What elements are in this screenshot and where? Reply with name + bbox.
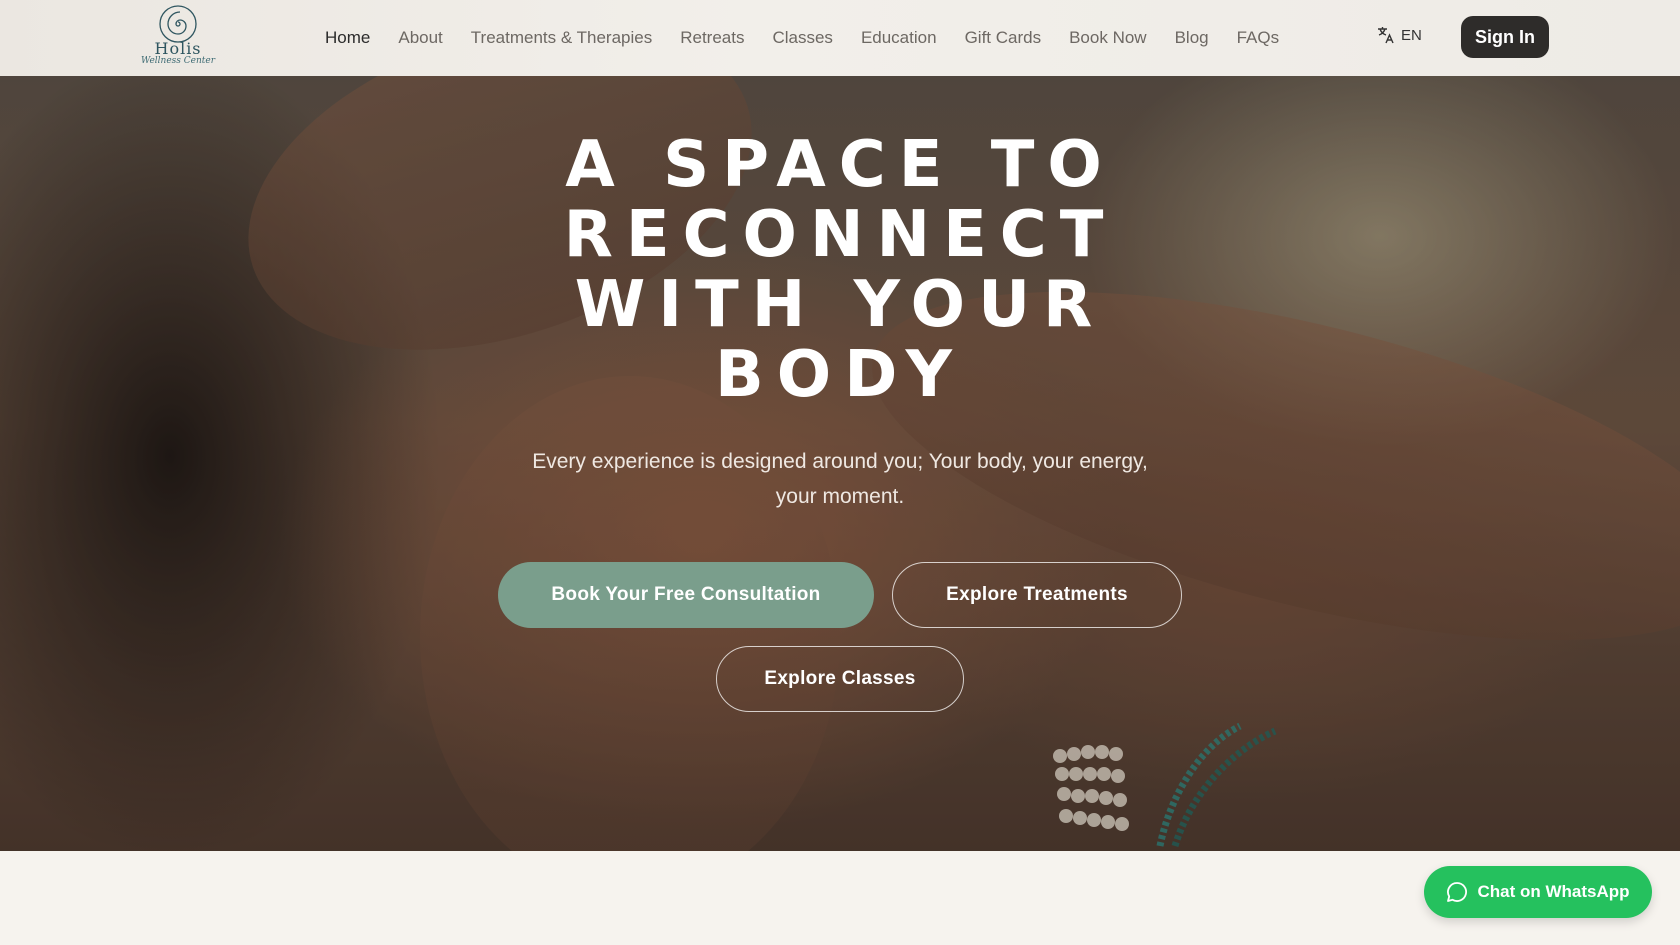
language-switcher[interactable]: EN [1377, 26, 1422, 44]
nav-item-treatments[interactable]: Treatments & Therapies [471, 28, 652, 48]
brand-logo[interactable]: Holis Wellness Center [138, 4, 218, 72]
brand-name: Holis [154, 39, 202, 58]
site-header: Holis Wellness Center Home About Treatme… [0, 0, 1680, 76]
nav-item-book-now[interactable]: Book Now [1069, 28, 1146, 48]
sign-in-button[interactable]: Sign In [1461, 16, 1549, 58]
book-consultation-button[interactable]: Book Your Free Consultation [498, 562, 874, 628]
spiral-logo-icon [159, 5, 197, 43]
whatsapp-icon [1447, 882, 1468, 902]
language-code: EN [1401, 26, 1422, 44]
translate-icon [1378, 27, 1394, 44]
main-nav: Home About Treatments & Therapies Retrea… [325, 0, 1307, 76]
nav-item-gift-cards[interactable]: Gift Cards [965, 28, 1042, 48]
nav-item-about[interactable]: About [398, 28, 442, 48]
whatsapp-chat-button[interactable]: Chat on WhatsApp [1424, 866, 1652, 918]
hero-title: A Space to Reconnect with Your Body [563, 128, 1117, 412]
nav-item-education[interactable]: Education [861, 28, 937, 48]
nav-item-home[interactable]: Home [325, 28, 370, 48]
hero-subtitle: Every experience is designed around you;… [532, 450, 1148, 508]
hero-section: A Space to Reconnect with Your Body Ever… [0, 76, 1680, 851]
nav-item-blog[interactable]: Blog [1175, 28, 1209, 48]
nav-item-retreats[interactable]: Retreats [680, 28, 744, 48]
brand-tagline: Wellness Center [140, 56, 216, 66]
explore-classes-button[interactable]: Explore Classes [716, 646, 964, 712]
nav-item-faqs[interactable]: FAQs [1237, 28, 1280, 48]
explore-treatments-button[interactable]: Explore Treatments [892, 562, 1182, 628]
nav-item-classes[interactable]: Classes [772, 28, 832, 48]
whatsapp-label: Chat on WhatsApp [1477, 882, 1630, 901]
